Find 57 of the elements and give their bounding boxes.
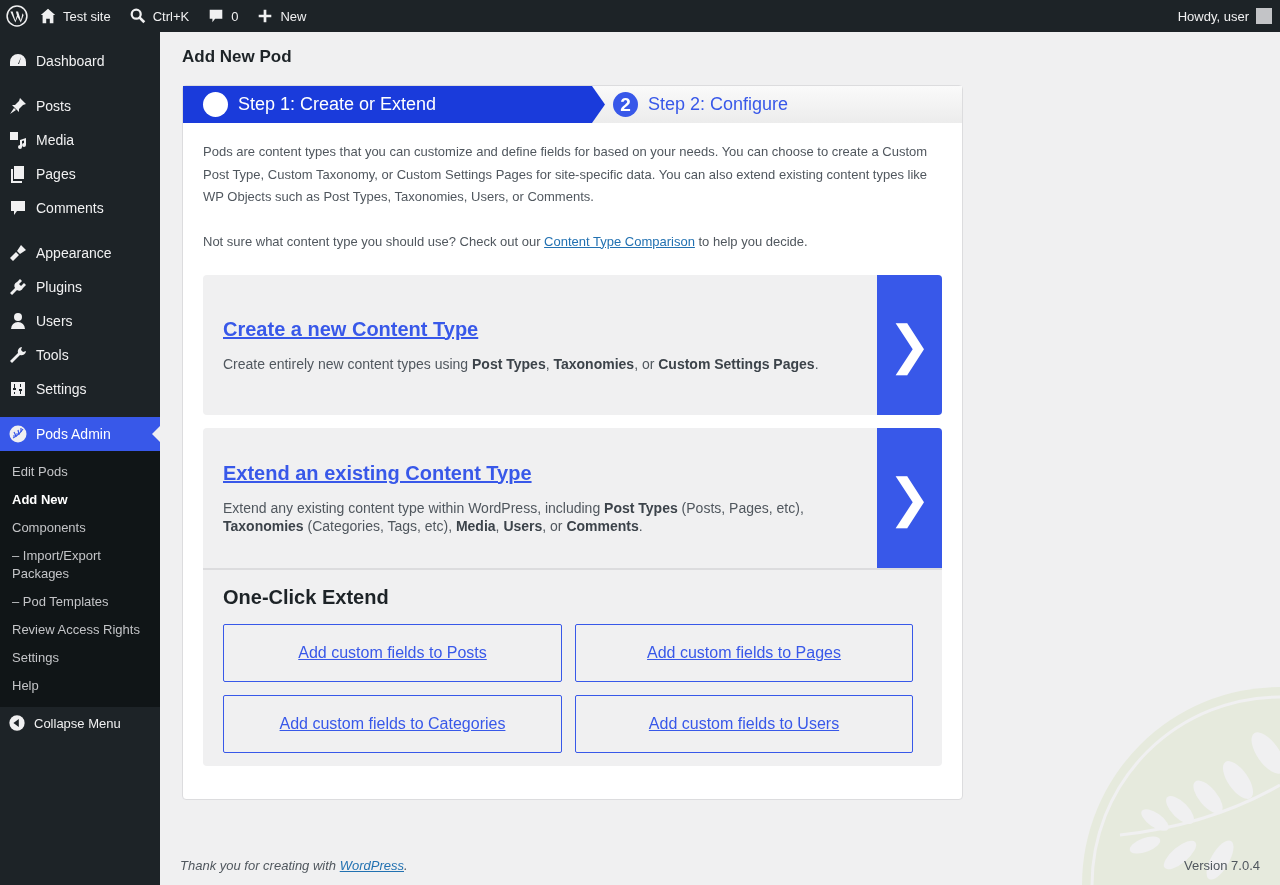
menu-item[interactable]: Media	[0, 123, 160, 157]
option-title-link[interactable]: Extend an existing Content Type	[223, 461, 857, 485]
menu-item[interactable]: Dashboard	[0, 44, 160, 78]
menu-item[interactable]: Settings	[0, 372, 160, 406]
submenu-item[interactable]: Help	[0, 672, 160, 700]
greeting-text[interactable]: Howdy, user	[1177, 8, 1249, 24]
toolbar-link[interactable]: 0	[198, 0, 248, 32]
extend-button[interactable]: Add custom fields to Posts	[223, 624, 562, 682]
collapse-menu-button[interactable]: Collapse Menu	[0, 707, 160, 739]
submenu-item[interactable]: – Import/Export Packages	[0, 542, 160, 588]
option-description: Extend any existing content type within WordPress, including Post Types (Posts, Pages, etc), Taxonomies (Categories, Tags, etc), Media, Users, or Comments.	[223, 498, 805, 535]
menu-item[interactable]: Tools	[0, 338, 160, 372]
pin-icon	[8, 96, 28, 116]
intro-text: Pods are content types that you can customize and define fields for based on your needs. You can choose to create a Custom Post Type, Custom Taxonomy, or Custom Settings Pages for site-specific data. You can also extend existing content types like WP Objects such as Post Types, Taxonomies, Users, or Comments.	[203, 143, 929, 206]
wrench-icon	[8, 345, 28, 365]
toolbar-link[interactable]: Ctrl+K	[119, 0, 199, 32]
toolbar-link[interactable]: Test site	[30, 0, 120, 32]
step-tab[interactable]: Step 1: Create or Extend	[183, 86, 605, 123]
user-icon	[8, 311, 28, 331]
sliders-icon	[8, 379, 28, 399]
extend-button[interactable]: Add custom fields to Users	[575, 695, 913, 753]
collapse-icon	[8, 714, 26, 732]
submenu-item[interactable]: Settings	[0, 644, 160, 672]
next-arrow-button[interactable]: ❯	[877, 428, 942, 568]
menu-item[interactable]: Users	[0, 304, 160, 338]
version-text: Version 7.0.4	[1184, 858, 1260, 873]
toolbar-link[interactable]: New	[247, 0, 316, 32]
intro-text: Not sure what content type you should use? Check out our Content Type Comparison to help you decide.	[203, 232, 809, 251]
option-description: Create entirely new content types using Post Types, Taxonomies, or Custom Settings Pages.	[223, 354, 820, 373]
submenu-item[interactable]: Edit Pods	[0, 458, 160, 486]
next-arrow-button[interactable]: ❯	[877, 275, 942, 415]
extend-button[interactable]: Add custom fields to Categories	[223, 695, 562, 753]
media-icon	[8, 130, 28, 150]
step-tab[interactable]: 2 Step 2: Configure	[605, 86, 962, 123]
menu-item[interactable]: Plugins	[0, 270, 160, 304]
submenu-item[interactable]: Add New	[0, 486, 160, 514]
wordpress-logo-icon[interactable]	[6, 5, 28, 27]
section-heading: One-Click Extend	[223, 586, 390, 609]
plug-icon	[8, 277, 28, 297]
menu-item[interactable]: Pages	[0, 157, 160, 191]
extend-button[interactable]: Add custom fields to Pages	[575, 624, 913, 682]
search-icon	[128, 7, 147, 25]
comparison-link[interactable]: Content Type Comparison	[544, 233, 695, 249]
submenu-item[interactable]: Review Access Rights	[0, 616, 160, 644]
option-title-link[interactable]: Create a new Content Type	[223, 317, 857, 341]
menu-item[interactable]: Posts	[0, 89, 160, 123]
submenu-item[interactable]: Components	[0, 514, 160, 542]
footer-text: Thank you for creating with WordPress.	[180, 858, 408, 873]
leaf-icon	[8, 424, 28, 444]
wordpress-link[interactable]: WordPress	[339, 858, 404, 873]
submenu-item[interactable]: – Pod Templates	[0, 588, 160, 616]
brush-icon	[8, 243, 28, 263]
menu-item[interactable]: Comments	[0, 191, 160, 225]
home-icon	[39, 7, 57, 25]
menu-item[interactable]: Appearance	[0, 236, 160, 270]
menu-item[interactable]: Pods Admin	[0, 417, 160, 451]
page-title: Add New Pod	[182, 47, 293, 67]
